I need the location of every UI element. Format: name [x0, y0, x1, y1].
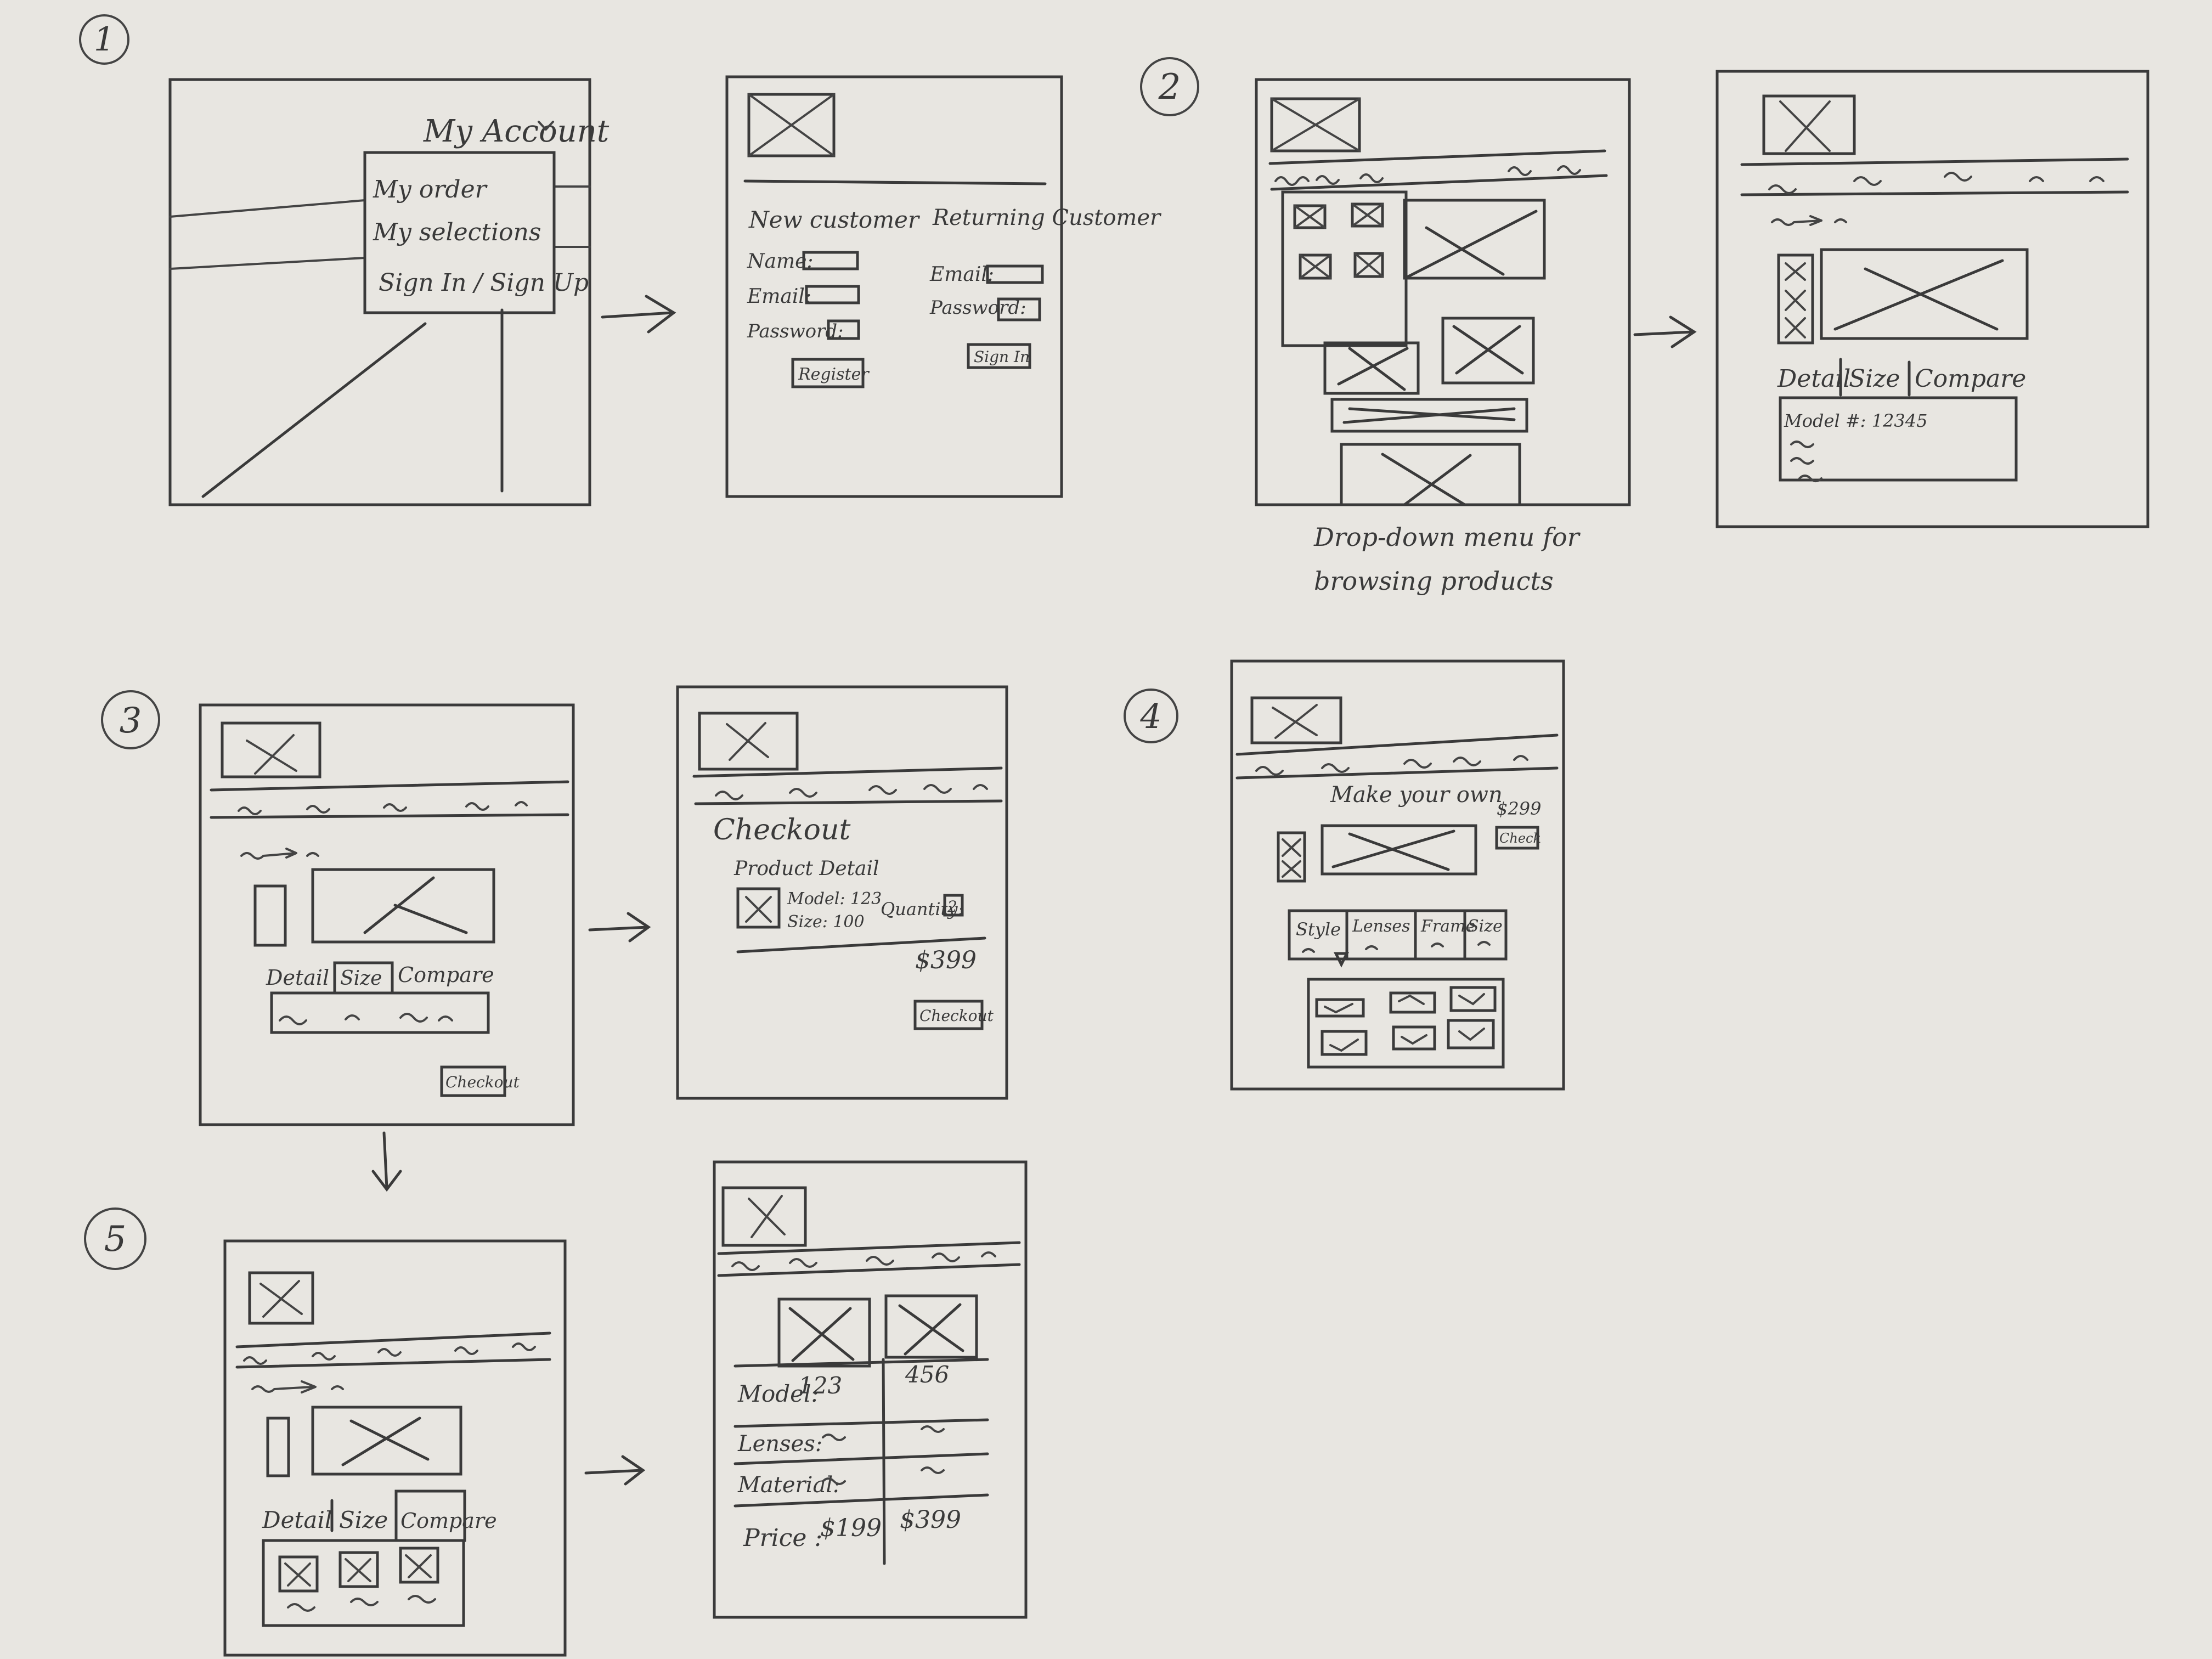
step-5-label: 5	[84, 1207, 146, 1270]
order-total: $399	[915, 946, 977, 974]
size-value: Size: 100	[787, 912, 865, 932]
model-number: Model #: 12345	[1784, 410, 1927, 431]
menu-item-sign-in[interactable]: Sign In / Sign Up	[379, 269, 589, 297]
product-detail-subtitle: Product Detail	[733, 857, 879, 880]
checkout-title: Checkout	[713, 814, 850, 847]
breadcrumb[interactable]	[240, 848, 319, 860]
new-customer-heading: New customer	[748, 206, 921, 233]
nav-menu[interactable]	[715, 784, 988, 800]
model-value: Model: 123	[787, 889, 882, 909]
svg-text:5: 5	[104, 1219, 127, 1260]
step-3-label: 3	[101, 690, 160, 749]
browse-caption-line2: browsing products	[1314, 566, 1554, 596]
tab-detail[interactable]: Detail	[266, 966, 329, 990]
arrow-icon	[584, 1455, 646, 1486]
model-a-value: 123	[798, 1372, 842, 1399]
arrow-icon	[1633, 315, 1697, 348]
returning-email-label: Email:	[929, 263, 994, 286]
price-label: Price :	[743, 1524, 822, 1552]
email-label: Email:	[747, 285, 811, 308]
returning-email-input[interactable]	[986, 264, 1044, 284]
tab-style[interactable]: Style	[1296, 919, 1341, 940]
arrow-icon	[588, 912, 651, 943]
sign-in-label: Sign In	[974, 348, 1030, 366]
tab-size[interactable]: Size	[339, 1506, 388, 1533]
price-a-value: $199	[820, 1514, 882, 1542]
nav-menu[interactable]	[238, 801, 528, 815]
thumbnail-strip[interactable]	[266, 1417, 290, 1477]
email-input[interactable]	[805, 285, 860, 304]
svg-text:2: 2	[1158, 67, 1181, 108]
compare-table-sketch: Model: 123 456 Lenses: Material: Price :…	[713, 1160, 1028, 1619]
make-your-own-title: Make your own	[1330, 782, 1503, 808]
breadcrumb[interactable]	[1771, 215, 1847, 226]
step-1-label: 1	[79, 14, 129, 65]
product-checkout-sketch: Detail Size Compare Checkout	[199, 703, 575, 1126]
main-product-image	[311, 1406, 462, 1476]
thumbnail-strip[interactable]	[253, 884, 287, 947]
browse-caption-line1: Drop-down menu for	[1313, 522, 1581, 552]
tab-size[interactable]: Size	[1849, 365, 1900, 393]
svg-text:1: 1	[94, 20, 115, 59]
nav-menu[interactable]	[1768, 172, 2104, 194]
tab-lenses[interactable]: Lenses	[1352, 917, 1410, 936]
quantity-value: 2	[947, 898, 957, 916]
product-detail-sketch: Detail Size Compare Model #: 12345	[1716, 70, 2149, 528]
compare-tab-sketch: Detail Size Compare	[223, 1239, 567, 1657]
returning-customer-heading: Returning Customer	[932, 205, 1162, 230]
register-label: Register	[798, 365, 870, 384]
tab-size[interactable]: Size	[1468, 917, 1503, 936]
menu-item-my-order[interactable]: My order	[373, 176, 488, 204]
browse-dropdown-sketch	[1255, 78, 1631, 506]
svg-text:3: 3	[120, 701, 142, 741]
checkout-page-sketch: Checkout Product Detail Model: 123 Size:…	[676, 685, 1008, 1100]
svg-text:4: 4	[1139, 696, 1161, 736]
tab-compare[interactable]: Compare	[400, 1509, 497, 1533]
price-b-value: $399	[900, 1506, 961, 1534]
tab-compare[interactable]: Compare	[1915, 365, 2026, 393]
tab-compare[interactable]: Compare	[398, 963, 494, 987]
custom-price: $299	[1497, 798, 1541, 819]
tab-size[interactable]: Size	[340, 967, 382, 990]
account-menu-sketch: My Account My order My selections Sign I…	[168, 78, 610, 506]
arrow-icon	[601, 295, 676, 334]
my-account-menu-title[interactable]: My Account	[423, 114, 610, 149]
breadcrumb[interactable]	[251, 1380, 344, 1393]
main-product-image	[1321, 824, 1477, 876]
login-page-sketch: New customer Returning Customer Name: Em…	[725, 75, 1162, 498]
model-b-value: 456	[905, 1361, 949, 1388]
tab-detail[interactable]: Detail	[262, 1506, 332, 1533]
step-4-label: 4	[1124, 689, 1178, 743]
logo-placeholder	[221, 721, 321, 778]
checkout-label: Check	[1499, 831, 1541, 846]
lenses-label: Lenses:	[737, 1431, 822, 1457]
customize-page-sketch: Make your own $299 Check Style Lenses Fr…	[1230, 659, 1565, 1091]
step-2-label: 2	[1140, 57, 1199, 116]
tab-content	[270, 991, 490, 1034]
menu-item-my-selections[interactable]: My selections	[373, 218, 541, 246]
arrow-down-icon	[371, 1131, 402, 1192]
main-product-image	[311, 868, 495, 944]
checkout-label: Checkout	[919, 1007, 994, 1025]
material-label: Material:	[737, 1472, 840, 1498]
logo-placeholder	[721, 1186, 807, 1247]
checkout-label: Checkout	[445, 1073, 520, 1091]
